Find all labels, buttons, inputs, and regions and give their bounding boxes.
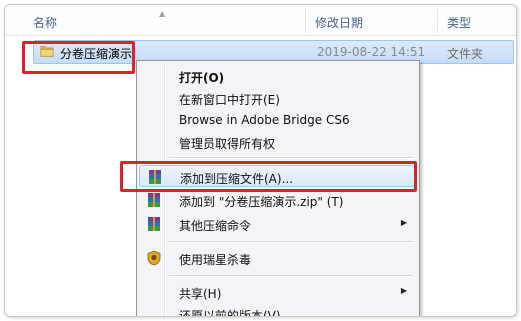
column-header-date[interactable]: 修改日期 (315, 14, 363, 31)
winrar-icon (148, 193, 160, 207)
explorer-window: 名称 ▲ 修改日期 类型 分卷压缩演示 2019-08-22 14:51 文件夹… (4, 4, 517, 317)
submenu-arrow-icon: ▶ (400, 286, 407, 295)
menu-item-restore-versions[interactable]: 还原以前的版本(V) (139, 303, 415, 317)
column-divider[interactable] (305, 9, 306, 33)
menu-item-take-ownership[interactable]: 管理员取得所有权 (139, 131, 415, 153)
menu-item-open-new-window[interactable]: 在新窗口中打开(E) (139, 87, 415, 109)
column-header-bar: 名称 ▲ 修改日期 类型 (5, 5, 516, 36)
column-header-type[interactable]: 类型 (447, 14, 471, 31)
winrar-icon (148, 217, 160, 231)
sort-up-icon: ▲ (159, 9, 166, 18)
menu-item-add-to-zip[interactable]: 添加到 "分卷压缩演示.zip" (T) (139, 189, 415, 211)
submenu-arrow-icon: ▶ (400, 218, 407, 227)
menu-item-rising-antivirus[interactable]: 使用瑞星杀毒 (139, 247, 415, 269)
menu-item-other-compress[interactable]: 其他压缩命令 ▶ (139, 213, 415, 235)
file-highlight-box (22, 41, 135, 74)
menu-item-label: 其他压缩命令 (179, 219, 252, 233)
menu-item-label: 共享(H) (179, 287, 222, 301)
menu-item-label: Browse in Adobe Bridge CS6 (179, 113, 350, 127)
menu-item-label: 添加到 "分卷压缩演示.zip" (T) (179, 195, 344, 209)
file-type: 文件夹 (447, 47, 484, 61)
column-header-name[interactable]: 名称 (33, 14, 57, 31)
menu-item-label: 还原以前的版本(V) (179, 309, 281, 317)
menu-separator (169, 241, 413, 243)
menu-item-share[interactable]: 共享(H) ▶ (139, 281, 415, 303)
menu-item-label: 打开(O) (179, 71, 225, 85)
menu-separator (169, 275, 413, 277)
menu-separator (169, 157, 413, 159)
rising-antivirus-icon (147, 250, 161, 266)
menu-item-highlight-box (120, 161, 417, 192)
menu-item-label: 管理员取得所有权 (179, 137, 276, 151)
column-divider[interactable] (437, 9, 438, 33)
menu-item-open[interactable]: 打开(O) (139, 65, 415, 87)
file-date: 2019-08-22 14:51 (317, 45, 426, 59)
menu-item-label: 在新窗口中打开(E) (179, 93, 280, 107)
menu-item-adobe-bridge[interactable]: Browse in Adobe Bridge CS6 (139, 109, 415, 131)
menu-item-label: 使用瑞星杀毒 (179, 253, 252, 267)
